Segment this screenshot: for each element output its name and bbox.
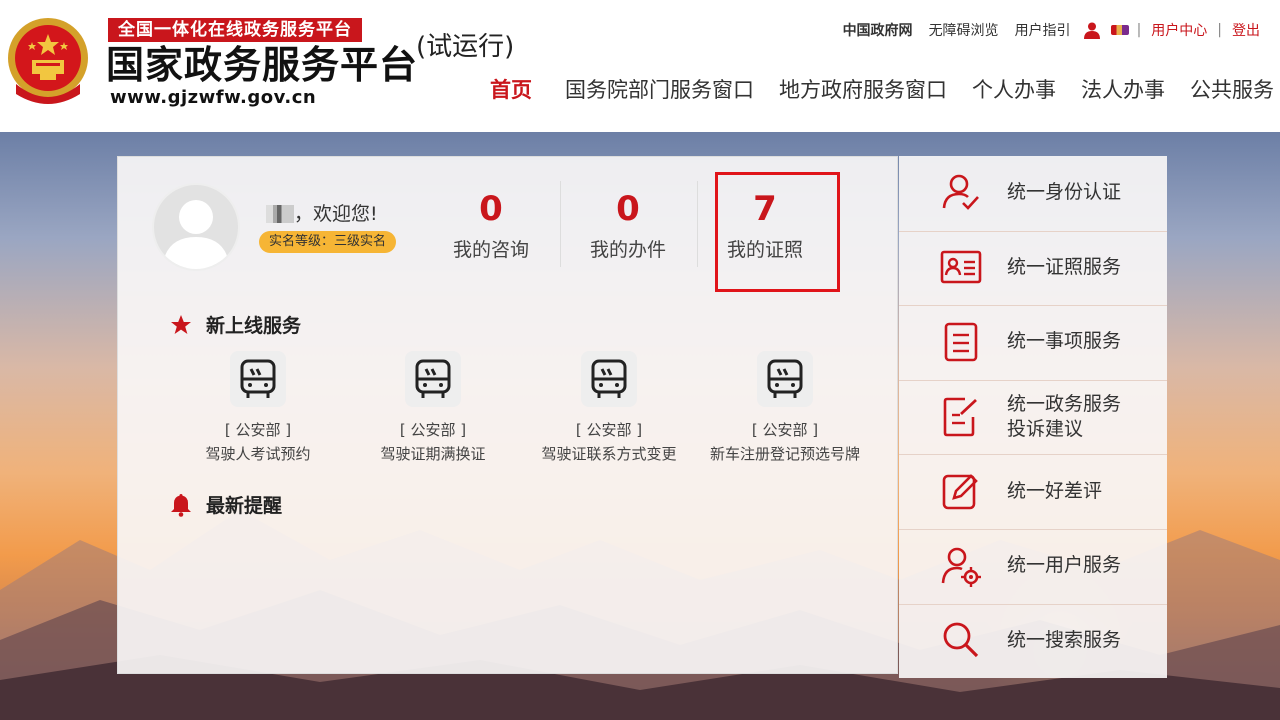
default-avatar-icon (162, 200, 230, 269)
nav-personal[interactable]: 个人办事 (972, 74, 1056, 104)
service-plate-preselection[interactable]: [ 公安部 ] 新车注册登记预选号牌 (697, 351, 873, 464)
pencil-icon (939, 469, 983, 513)
verification-level-badge: 实名等级：三级实名 (259, 231, 397, 253)
service-dept: [ 公安部 ] (224, 421, 292, 439)
unified-services-menu: 统一身份认证 统一证照服务 统一事项服务 统一政务服务 投诉建议 统一好差评 统… (899, 156, 1167, 679)
service-name: 驾驶证联系方式变更 (541, 445, 677, 463)
stat-value: 0 (616, 189, 640, 229)
top-utility-bar: 中国政府网 无障碍浏览 用户指引 | 用户中心 | 登出 (835, 20, 1268, 40)
username-masked (1110, 25, 1129, 35)
national-emblem-logo[interactable] (6, 14, 90, 106)
logout-link[interactable]: 登出 (1232, 20, 1260, 40)
divider: | (1217, 22, 1222, 38)
service-contact-change[interactable]: [ 公安部 ] 驾驶证联系方式变更 (521, 351, 697, 464)
menu-matter-service[interactable]: 统一事项服务 (899, 305, 1167, 380)
service-dept: [ 公安部 ] (751, 421, 819, 439)
my-applications-stat[interactable]: 0 我的办件 (573, 187, 683, 262)
star-icon (171, 314, 191, 334)
divider (697, 181, 698, 267)
service-dept: [ 公安部 ] (399, 421, 467, 439)
menu-identity-auth[interactable]: 统一身份认证 (899, 156, 1167, 231)
menu-label: 统一事项服务 (1007, 330, 1122, 353)
edit-document-icon (939, 395, 983, 439)
nav-state-council-depts[interactable]: 国务院部门服务窗口 (565, 74, 754, 104)
header: 全国一体化在线政务服务平台 国家政务服务平台 www.gjzwfw.gov.cn… (0, 0, 1280, 132)
menu-label: 统一政务服务 投诉建议 (1007, 392, 1122, 440)
new-services-title: 新上线服务 (170, 311, 301, 338)
bus-icon (405, 351, 461, 407)
avatar[interactable] (152, 183, 240, 271)
user-dashboard-card: ，欢迎您! 实名等级：三级实名 0 我的咨询 0 我的办件 7 我的证照 新上线… (117, 156, 898, 674)
menu-license-service[interactable]: 统一证照服务 (899, 230, 1167, 306)
search-icon (939, 618, 983, 662)
id-card-icon (939, 245, 983, 289)
menu-label: 统一身份认证 (1007, 180, 1122, 203)
menu-user-service[interactable]: 统一用户服务 (899, 528, 1167, 604)
menu-label: 统一好差评 (1007, 479, 1103, 502)
gov-portal-link[interactable]: 中国政府网 (843, 20, 913, 40)
divider: | (1136, 22, 1142, 38)
accessibility-link[interactable]: 无障碍浏览 (929, 20, 999, 40)
main-nav: 首页 国务院部门服务窗口 地方政府服务窗口 个人办事 法人办事 公共服务 (480, 74, 1274, 104)
stat-label: 我的咨询 (452, 239, 529, 261)
service-license-renewal[interactable]: [ 公安部 ] 驾驶证期满换证 (345, 351, 521, 464)
service-name: 驾驶证期满换证 (380, 445, 486, 463)
trial-label: (试运行) (416, 32, 515, 62)
bus-icon (230, 351, 286, 407)
user-center-link[interactable]: 用户中心 (1151, 20, 1207, 40)
my-consultations-stat[interactable]: 0 我的咨询 (436, 187, 546, 262)
reminders-title: 最新提醒 (170, 491, 282, 518)
menu-label: 统一搜索服务 (1007, 628, 1122, 651)
service-driver-exam-booking[interactable]: [ 公安部 ] 驾驶人考试预约 (170, 351, 346, 464)
masked-username (266, 205, 294, 223)
site-name[interactable]: 国家政务服务平台 (106, 42, 418, 88)
bus-icon (757, 351, 813, 407)
service-name: 驾驶人考试预约 (205, 445, 311, 463)
highlight-box (715, 172, 840, 292)
bus-icon (581, 351, 637, 407)
welcome-message: ，欢迎您! (266, 199, 378, 226)
service-name: 新车注册登记预选号牌 (709, 445, 860, 463)
nav-corporate[interactable]: 法人办事 (1081, 74, 1165, 104)
identity-icon (939, 170, 983, 214)
nav-home[interactable]: 首页 (490, 74, 532, 104)
service-dept: [ 公安部 ] (575, 421, 643, 439)
divider (560, 181, 561, 267)
menu-label: 统一用户服务 (1007, 554, 1122, 577)
user-settings-icon (939, 544, 983, 588)
platform-tagline: 全国一体化在线政务服务平台 (108, 18, 362, 42)
document-icon (939, 320, 983, 364)
site-url: www.gjzwfw.gov.cn (110, 87, 317, 108)
nav-local-gov[interactable]: 地方政府服务窗口 (779, 74, 947, 104)
menu-search-service[interactable]: 统一搜索服务 (899, 603, 1167, 679)
user-guide-link[interactable]: 用户指引 (1015, 20, 1071, 40)
menu-label: 统一证照服务 (1007, 255, 1122, 278)
menu-complaints[interactable]: 统一政务服务 投诉建议 (899, 379, 1167, 455)
menu-rating[interactable]: 统一好差评 (899, 454, 1167, 529)
user-icon[interactable] (1083, 21, 1101, 39)
stat-label: 我的办件 (589, 239, 666, 261)
stat-value: 0 (479, 189, 503, 229)
bell-icon (171, 493, 191, 517)
nav-public-services[interactable]: 公共服务 (1190, 74, 1274, 104)
